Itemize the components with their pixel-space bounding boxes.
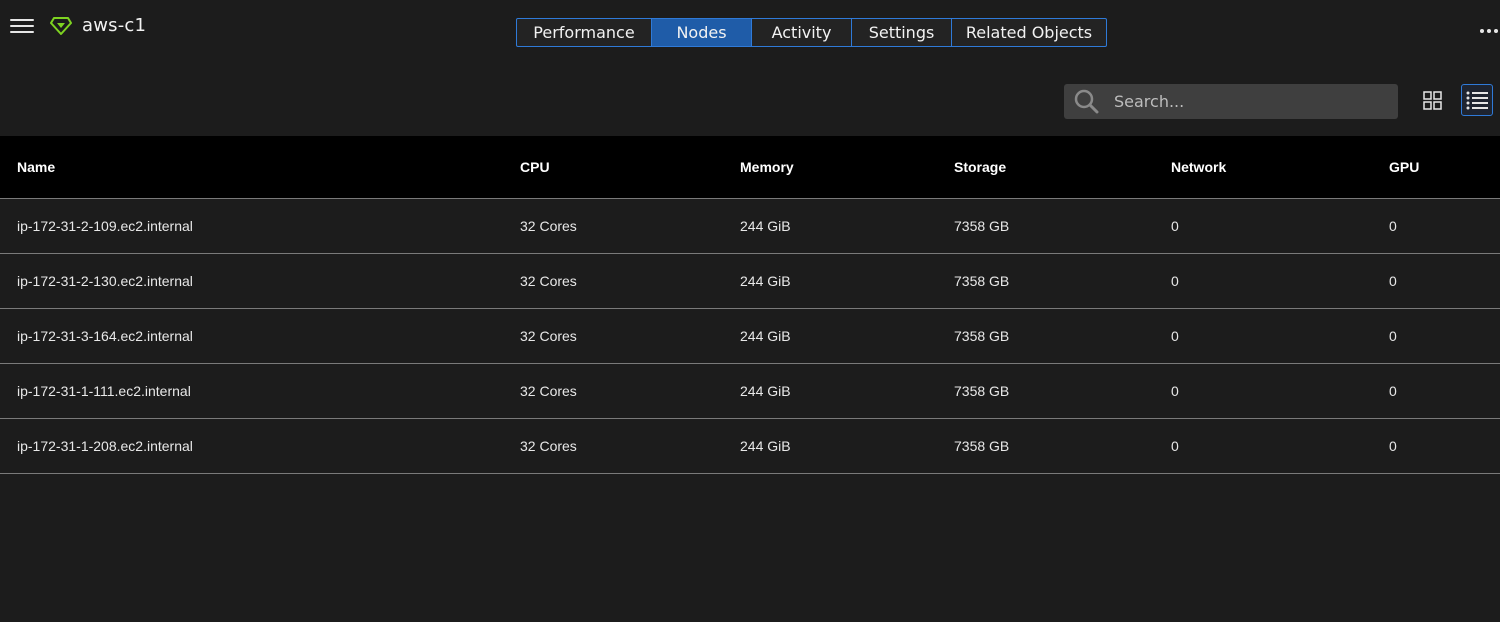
table-row[interactable]: ip-172-31-1-111.ec2.internal 32 Cores 24… [0, 363, 1500, 418]
table-header-row: Name CPU Memory Storage Network GPU [0, 136, 1500, 198]
node-memory: 244 GiB [740, 272, 791, 289]
grid-view-button[interactable] [1417, 84, 1449, 116]
tab-performance[interactable]: Performance [516, 18, 652, 47]
node-network: 0 [1171, 382, 1179, 399]
node-cpu: 32 Cores [520, 272, 577, 289]
table-row[interactable]: ip-172-31-3-164.ec2.internal 32 Cores 24… [0, 308, 1500, 363]
node-cpu: 32 Cores [520, 217, 577, 234]
node-name: ip-172-31-2-130.ec2.internal [17, 272, 193, 289]
search-icon [1074, 89, 1099, 114]
node-storage: 7358 GB [954, 327, 1010, 344]
hamburger-icon[interactable] [10, 16, 34, 36]
node-name: ip-172-31-3-164.ec2.internal [17, 327, 193, 344]
list-view-icon [1466, 91, 1488, 110]
node-gpu: 0 [1389, 437, 1397, 454]
nodes-table: Name CPU Memory Storage Network GPU ip-1… [0, 136, 1500, 474]
more-dots-icon[interactable] [1480, 24, 1500, 38]
search-input[interactable] [1114, 84, 1384, 119]
column-header-storage[interactable]: Storage [954, 136, 1171, 198]
node-network: 0 [1171, 327, 1179, 344]
node-memory: 244 GiB [740, 217, 791, 234]
node-memory: 244 GiB [740, 437, 791, 454]
node-gpu: 0 [1389, 217, 1397, 234]
node-storage: 7358 GB [954, 272, 1010, 289]
grid-view-icon [1423, 91, 1442, 110]
list-view-button[interactable] [1461, 84, 1493, 116]
node-network: 0 [1171, 272, 1179, 289]
node-name: ip-172-31-1-111.ec2.internal [17, 382, 191, 399]
tab-activity[interactable]: Activity [751, 18, 852, 47]
search-box [1064, 84, 1398, 119]
node-network: 0 [1171, 217, 1179, 234]
column-header-gpu[interactable]: GPU [1389, 136, 1500, 198]
column-header-cpu[interactable]: CPU [520, 136, 740, 198]
node-cpu: 32 Cores [520, 437, 577, 454]
tab-settings[interactable]: Settings [851, 18, 952, 47]
node-cpu: 32 Cores [520, 327, 577, 344]
node-storage: 7358 GB [954, 217, 1010, 234]
table-row[interactable]: ip-172-31-1-208.ec2.internal 32 Cores 24… [0, 418, 1500, 473]
node-memory: 244 GiB [740, 327, 791, 344]
node-name: ip-172-31-1-208.ec2.internal [17, 437, 193, 454]
node-storage: 7358 GB [954, 437, 1010, 454]
top-bar: aws-c1 Performance Nodes Activity Settin… [0, 0, 1500, 60]
column-header-memory[interactable]: Memory [740, 136, 954, 198]
node-memory: 244 GiB [740, 382, 791, 399]
node-cpu: 32 Cores [520, 382, 577, 399]
node-name: ip-172-31-2-109.ec2.internal [17, 217, 193, 234]
node-storage: 7358 GB [954, 382, 1010, 399]
column-header-name[interactable]: Name [0, 136, 520, 198]
table-row[interactable]: ip-172-31-2-109.ec2.internal 32 Cores 24… [0, 198, 1500, 253]
node-gpu: 0 [1389, 382, 1397, 399]
column-header-network[interactable]: Network [1171, 136, 1389, 198]
node-gpu: 0 [1389, 327, 1397, 344]
tab-related-objects[interactable]: Related Objects [951, 18, 1107, 47]
node-network: 0 [1171, 437, 1179, 454]
diamond-logo-icon [50, 17, 72, 35]
app-title: aws-c1 [82, 15, 147, 36]
table-row[interactable]: ip-172-31-2-130.ec2.internal 32 Cores 24… [0, 253, 1500, 308]
node-gpu: 0 [1389, 272, 1397, 289]
tab-nodes[interactable]: Nodes [651, 18, 752, 47]
tab-bar: Performance Nodes Activity Settings Rela… [516, 18, 1107, 47]
